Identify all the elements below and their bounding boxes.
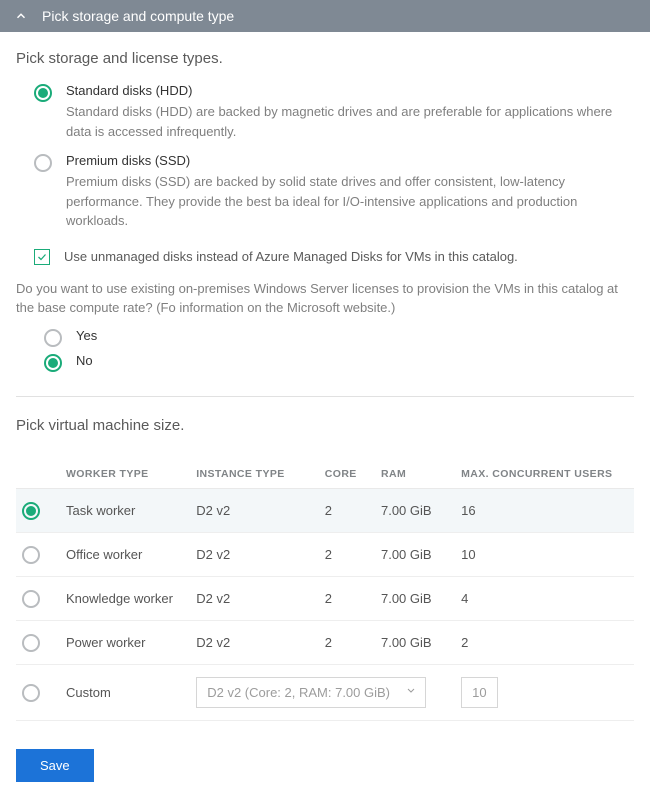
chevron-down-icon <box>405 685 417 700</box>
cell-instance: D2 v2 <box>190 532 319 576</box>
col-max: MAX. CONCURRENT USERS <box>455 460 634 489</box>
custom-instance-value: D2 v2 (Core: 2, RAM: 7.00 GiB) <box>207 685 390 700</box>
cell-instance: D2 v2 <box>190 620 319 664</box>
radio-hdd-desc: Standard disks (HDD) are backed by magne… <box>66 102 634 141</box>
license-question: Do you want to use existing on-premises … <box>16 279 634 318</box>
table-row[interactable]: Custom D2 v2 (Core: 2, RAM: 7.00 GiB) 10 <box>16 664 634 720</box>
radio-no[interactable]: No <box>44 353 634 372</box>
radio-ssd[interactable]: Premium disks (SSD) Premium disks (SSD) … <box>34 153 634 231</box>
cell-worker: Power worker <box>60 620 190 664</box>
cell-core: 2 <box>319 620 375 664</box>
cell-core: 2 <box>319 576 375 620</box>
section-divider <box>16 396 634 397</box>
cell-worker: Task worker <box>60 488 190 532</box>
radio-yes-label: Yes <box>76 328 97 343</box>
table-row[interactable]: Knowledge worker D2 v2 2 7.00 GiB 4 <box>16 576 634 620</box>
cell-core: 2 <box>319 532 375 576</box>
radio-icon <box>22 634 40 652</box>
cell-ram: 7.00 GiB <box>375 532 455 576</box>
header-title: Pick storage and compute type <box>42 8 234 24</box>
cell-instance: D2 v2 <box>190 576 319 620</box>
vm-size-table: WORKER TYPE INSTANCE TYPE CORE RAM MAX. … <box>16 460 634 721</box>
radio-icon <box>22 684 40 702</box>
radio-icon <box>34 84 52 102</box>
checkbox-icon <box>34 249 50 265</box>
radio-yes[interactable]: Yes <box>44 328 634 347</box>
col-ram: RAM <box>375 460 455 489</box>
radio-icon <box>22 590 40 608</box>
checkbox-unmanaged[interactable]: Use unmanaged disks instead of Azure Man… <box>34 249 634 265</box>
col-select <box>16 460 60 489</box>
custom-instance-select[interactable]: D2 v2 (Core: 2, RAM: 7.00 GiB) <box>196 677 426 708</box>
col-worker: WORKER TYPE <box>60 460 190 489</box>
radio-no-label: No <box>76 353 93 368</box>
cell-worker: Custom <box>60 664 190 720</box>
table-row[interactable]: Power worker D2 v2 2 7.00 GiB 2 <box>16 620 634 664</box>
radio-hdd-label: Standard disks (HDD) <box>66 83 634 98</box>
radio-hdd[interactable]: Standard disks (HDD) Standard disks (HDD… <box>34 83 634 141</box>
checkbox-unmanaged-label: Use unmanaged disks instead of Azure Man… <box>64 249 518 264</box>
cell-ram: 7.00 GiB <box>375 488 455 532</box>
radio-icon <box>44 329 62 347</box>
radio-icon <box>44 354 62 372</box>
cell-worker: Knowledge worker <box>60 576 190 620</box>
radio-icon <box>22 502 40 520</box>
table-row[interactable]: Task worker D2 v2 2 7.00 GiB 16 <box>16 488 634 532</box>
radio-icon <box>22 546 40 564</box>
storage-section-title: Pick storage and license types. <box>16 50 634 67</box>
radio-icon <box>34 154 52 172</box>
cell-worker: Office worker <box>60 532 190 576</box>
cell-instance: D2 v2 <box>190 488 319 532</box>
table-row[interactable]: Office worker D2 v2 2 7.00 GiB 10 <box>16 532 634 576</box>
vm-section-title: Pick virtual machine size. <box>16 417 634 444</box>
custom-max-input[interactable]: 10 <box>461 677 497 708</box>
cell-max: 4 <box>455 576 634 620</box>
radio-ssd-desc: Premium disks (SSD) are backed by solid … <box>66 172 634 231</box>
save-button[interactable]: Save <box>16 749 94 782</box>
cell-ram: 7.00 GiB <box>375 620 455 664</box>
cell-max: 16 <box>455 488 634 532</box>
cell-ram: 7.00 GiB <box>375 576 455 620</box>
header-bar[interactable]: Pick storage and compute type <box>0 0 650 32</box>
radio-ssd-label: Premium disks (SSD) <box>66 153 634 168</box>
cell-core: 2 <box>319 488 375 532</box>
cell-max: 10 <box>455 532 634 576</box>
cell-max: 2 <box>455 620 634 664</box>
col-instance: INSTANCE TYPE <box>190 460 319 489</box>
col-core: CORE <box>319 460 375 489</box>
chevron-up-icon <box>14 9 28 23</box>
